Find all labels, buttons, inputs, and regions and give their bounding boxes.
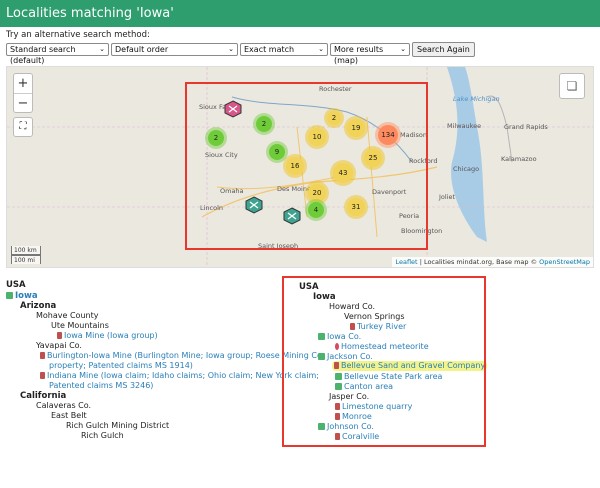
annotation-box [282,276,486,447]
